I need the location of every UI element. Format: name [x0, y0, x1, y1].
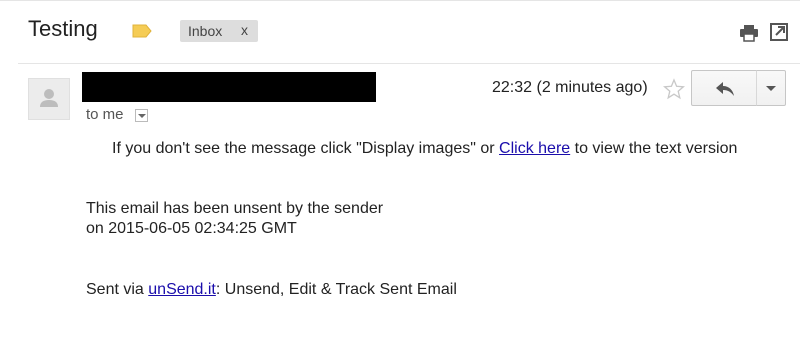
unsent-message: This email has been unsent by the sender…: [86, 199, 383, 239]
more-actions-button[interactable]: [756, 70, 786, 106]
popout-icon[interactable]: [770, 23, 788, 41]
notice-text-after: to view the text version: [570, 140, 738, 157]
sent-via-suffix: : Unsend, Edit & Track Sent Email: [215, 281, 457, 298]
email-subject: Testing: [28, 16, 98, 41]
star-icon[interactable]: [663, 78, 685, 100]
display-images-notice: If you don't see the message click "Disp…: [112, 140, 737, 158]
message-timestamp: 22:32 (2 minutes ago): [492, 79, 648, 96]
notice-text-before: If you don't see the message click "Disp…: [112, 140, 500, 157]
avatar-placeholder-icon: [40, 89, 58, 107]
inbox-label-chip: Inbox x: [180, 20, 258, 42]
remove-label-button[interactable]: x: [241, 22, 248, 38]
top-border: [0, 0, 800, 1]
unsent-line-2: on 2015-06-05 02:34:25 GMT: [86, 220, 297, 237]
sender-name-redacted: [82, 72, 376, 102]
click-here-link[interactable]: Click here: [499, 140, 570, 157]
reply-button[interactable]: [691, 70, 757, 106]
reply-icon: [716, 82, 734, 96]
print-icon[interactable]: [739, 24, 759, 42]
sender-avatar: [28, 78, 70, 120]
unsent-line-1: This email has been unsent by the sender: [86, 200, 384, 217]
unsend-it-link[interactable]: unSend.it: [148, 281, 216, 298]
inbox-label-text: Inbox: [188, 23, 223, 39]
recipient-label: to me: [86, 106, 124, 123]
sent-via-prefix: Sent via: [86, 281, 149, 298]
label-tag-icon[interactable]: [132, 24, 152, 38]
sent-via-footer: Sent via unSend.it: Unsend, Edit & Track…: [86, 281, 457, 299]
header-divider: [18, 63, 800, 64]
show-details-dropdown[interactable]: [135, 109, 148, 122]
